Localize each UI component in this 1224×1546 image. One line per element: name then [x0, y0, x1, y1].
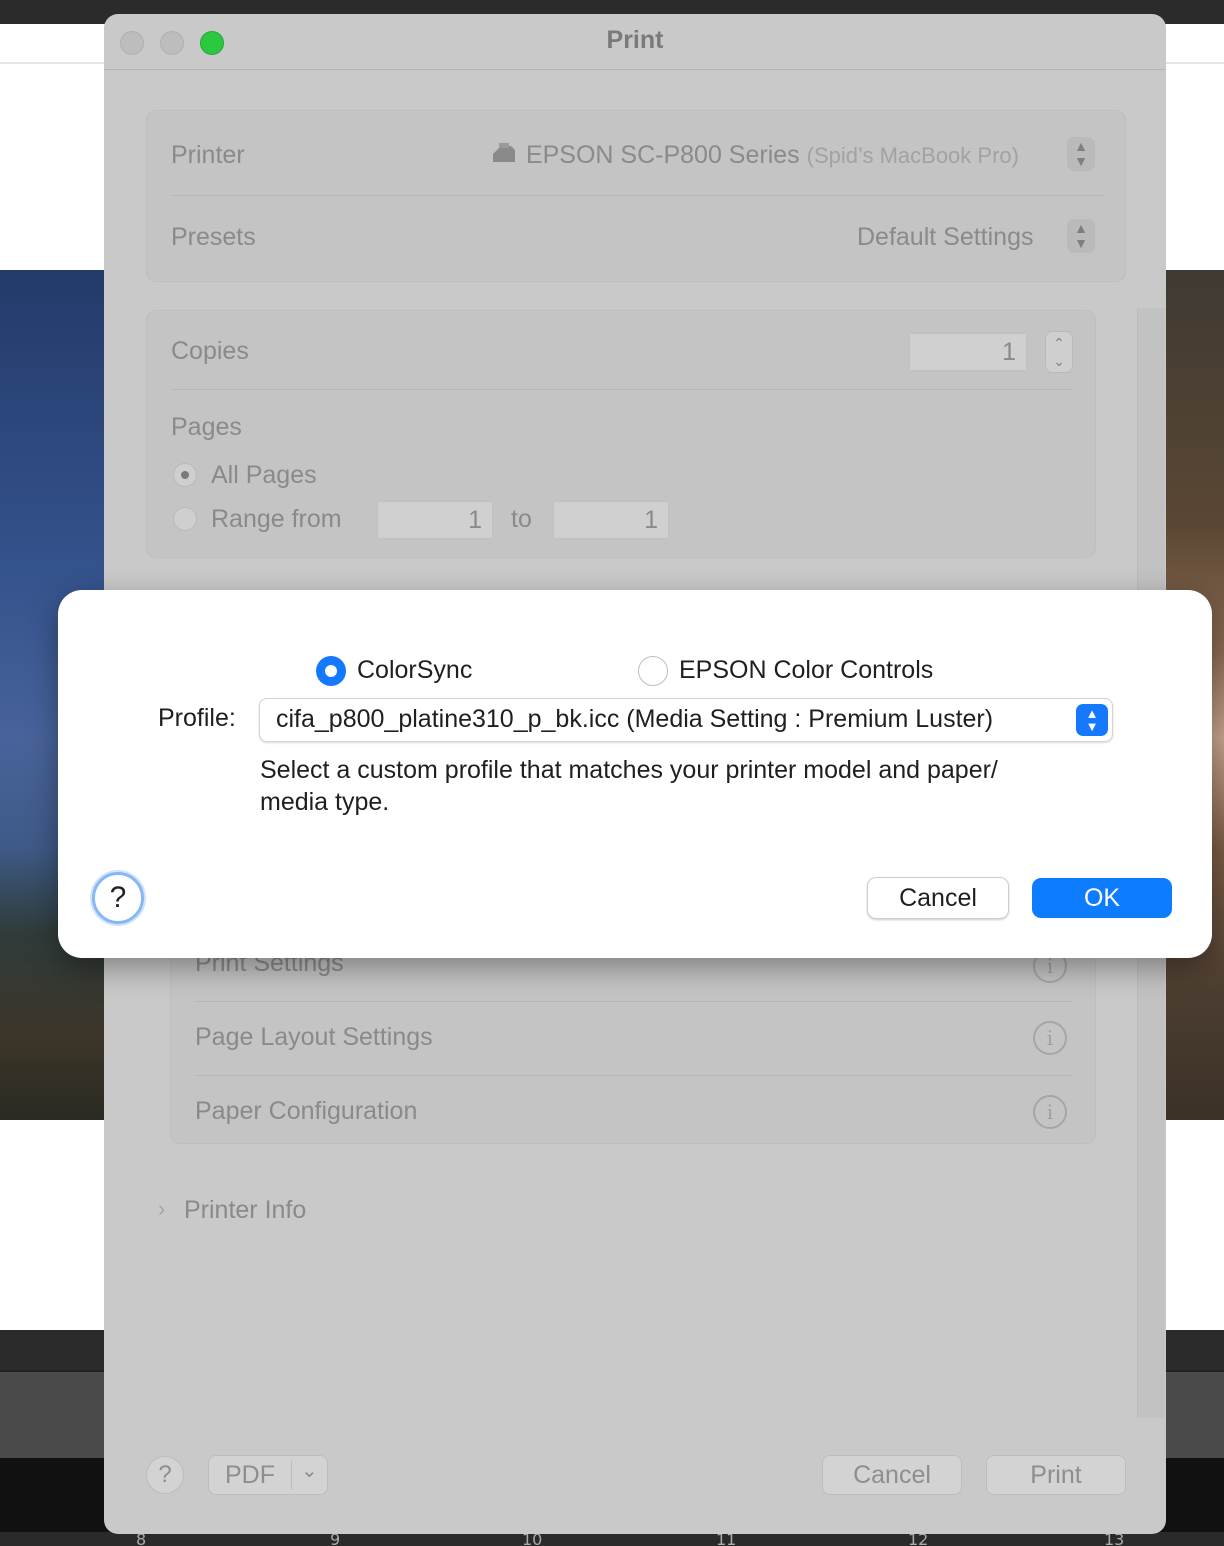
copies-pages-group: Copies 1 ⌃ ⌄ Pages All Pages Range from 1… [146, 310, 1096, 558]
epson-color-controls-label: EPSON Color Controls [679, 656, 934, 684]
printer-info-disclosure[interactable]: Printer Info [184, 1196, 306, 1225]
profile-description-line2: media type. [260, 788, 390, 816]
colorsync-label: ColorSync [357, 656, 473, 684]
group-divider [195, 1075, 1071, 1076]
sheet-ok-button[interactable]: OK [1032, 878, 1172, 918]
background-page-ruler: 8 9 10 11 12 13 [0, 1530, 1224, 1546]
printer-icon [491, 141, 526, 169]
presets-select[interactable]: Default Settings [857, 223, 1034, 252]
printer-host: (Spid’s MacBook Pro) [806, 143, 1019, 168]
copies-stepper-icon[interactable]: ⌃ ⌄ [1045, 331, 1073, 373]
all-pages-label: All Pages [211, 461, 317, 489]
sheet-cancel-button[interactable]: Cancel [867, 877, 1009, 919]
window-title: Print [606, 26, 664, 54]
disclosure-chevron-icon[interactable]: › [158, 1196, 165, 1222]
cancel-print-button[interactable]: Cancel [822, 1455, 962, 1495]
chevron-down-icon: ⌄ [301, 1460, 318, 1482]
help-button[interactable]: ? [146, 1456, 184, 1494]
pdf-label: PDF [225, 1461, 275, 1489]
profile-label: Profile: [158, 704, 236, 732]
profile-select-value: cifa_p800_platine310_p_bk.icc (Media Set… [276, 705, 994, 733]
group-divider [171, 389, 1071, 390]
settings-item-paper-configuration[interactable]: Paper Configuration [195, 1097, 417, 1126]
pages-label: Pages [171, 413, 242, 441]
color-matching-sheet: ColorSync EPSON Color Controls Profile: … [58, 590, 1212, 958]
sheet-help-button[interactable]: ? [92, 872, 144, 924]
info-icon[interactable]: i [1033, 1095, 1067, 1129]
presets-popup-arrows-icon[interactable]: ▲ ▼ [1067, 219, 1095, 253]
settings-item-page-layout[interactable]: Page Layout Settings [195, 1023, 433, 1052]
printer-name: EPSON SC-P800 Series [525, 141, 800, 169]
group-divider [171, 195, 1103, 196]
printer-popup-arrows-icon[interactable]: ▲ ▼ [1067, 137, 1095, 171]
group-divider [195, 1001, 1071, 1002]
range-to-label: to [511, 505, 532, 533]
pdf-menu-button[interactable]: PDF ⌄ [208, 1455, 328, 1495]
range-from-label: Range from [211, 505, 342, 533]
print-button[interactable]: Print [986, 1455, 1126, 1495]
profile-select[interactable]: cifa_p800_platine310_p_bk.icc (Media Set… [259, 698, 1113, 742]
info-icon[interactable]: i [1033, 1021, 1067, 1055]
profile-description-line1: Select a custom profile that matches you… [260, 756, 998, 784]
copies-label: Copies [171, 337, 249, 365]
pdf-separator [291, 1460, 292, 1490]
window-titlebar: Print [104, 14, 1166, 70]
colorsync-radio[interactable] [316, 656, 346, 686]
printer-settings-group: Printer EPSON SC-P800 Series (Spid’s Mac… [146, 110, 1126, 282]
all-pages-radio[interactable] [173, 463, 197, 487]
presets-label: Presets [171, 223, 256, 251]
popup-arrows-icon: ▲ ▼ [1076, 704, 1108, 736]
epson-color-controls-radio[interactable] [638, 656, 668, 686]
range-from-input[interactable]: 1 [377, 501, 493, 539]
printer-label: Printer [171, 141, 245, 169]
range-radio[interactable] [173, 507, 197, 531]
printer-select[interactable]: EPSON SC-P800 Series (Spid’s MacBook Pro… [491, 141, 1019, 170]
range-to-input[interactable]: 1 [553, 501, 669, 539]
copies-input[interactable]: 1 [909, 333, 1027, 371]
background-app-topbar [0, 0, 1224, 14]
